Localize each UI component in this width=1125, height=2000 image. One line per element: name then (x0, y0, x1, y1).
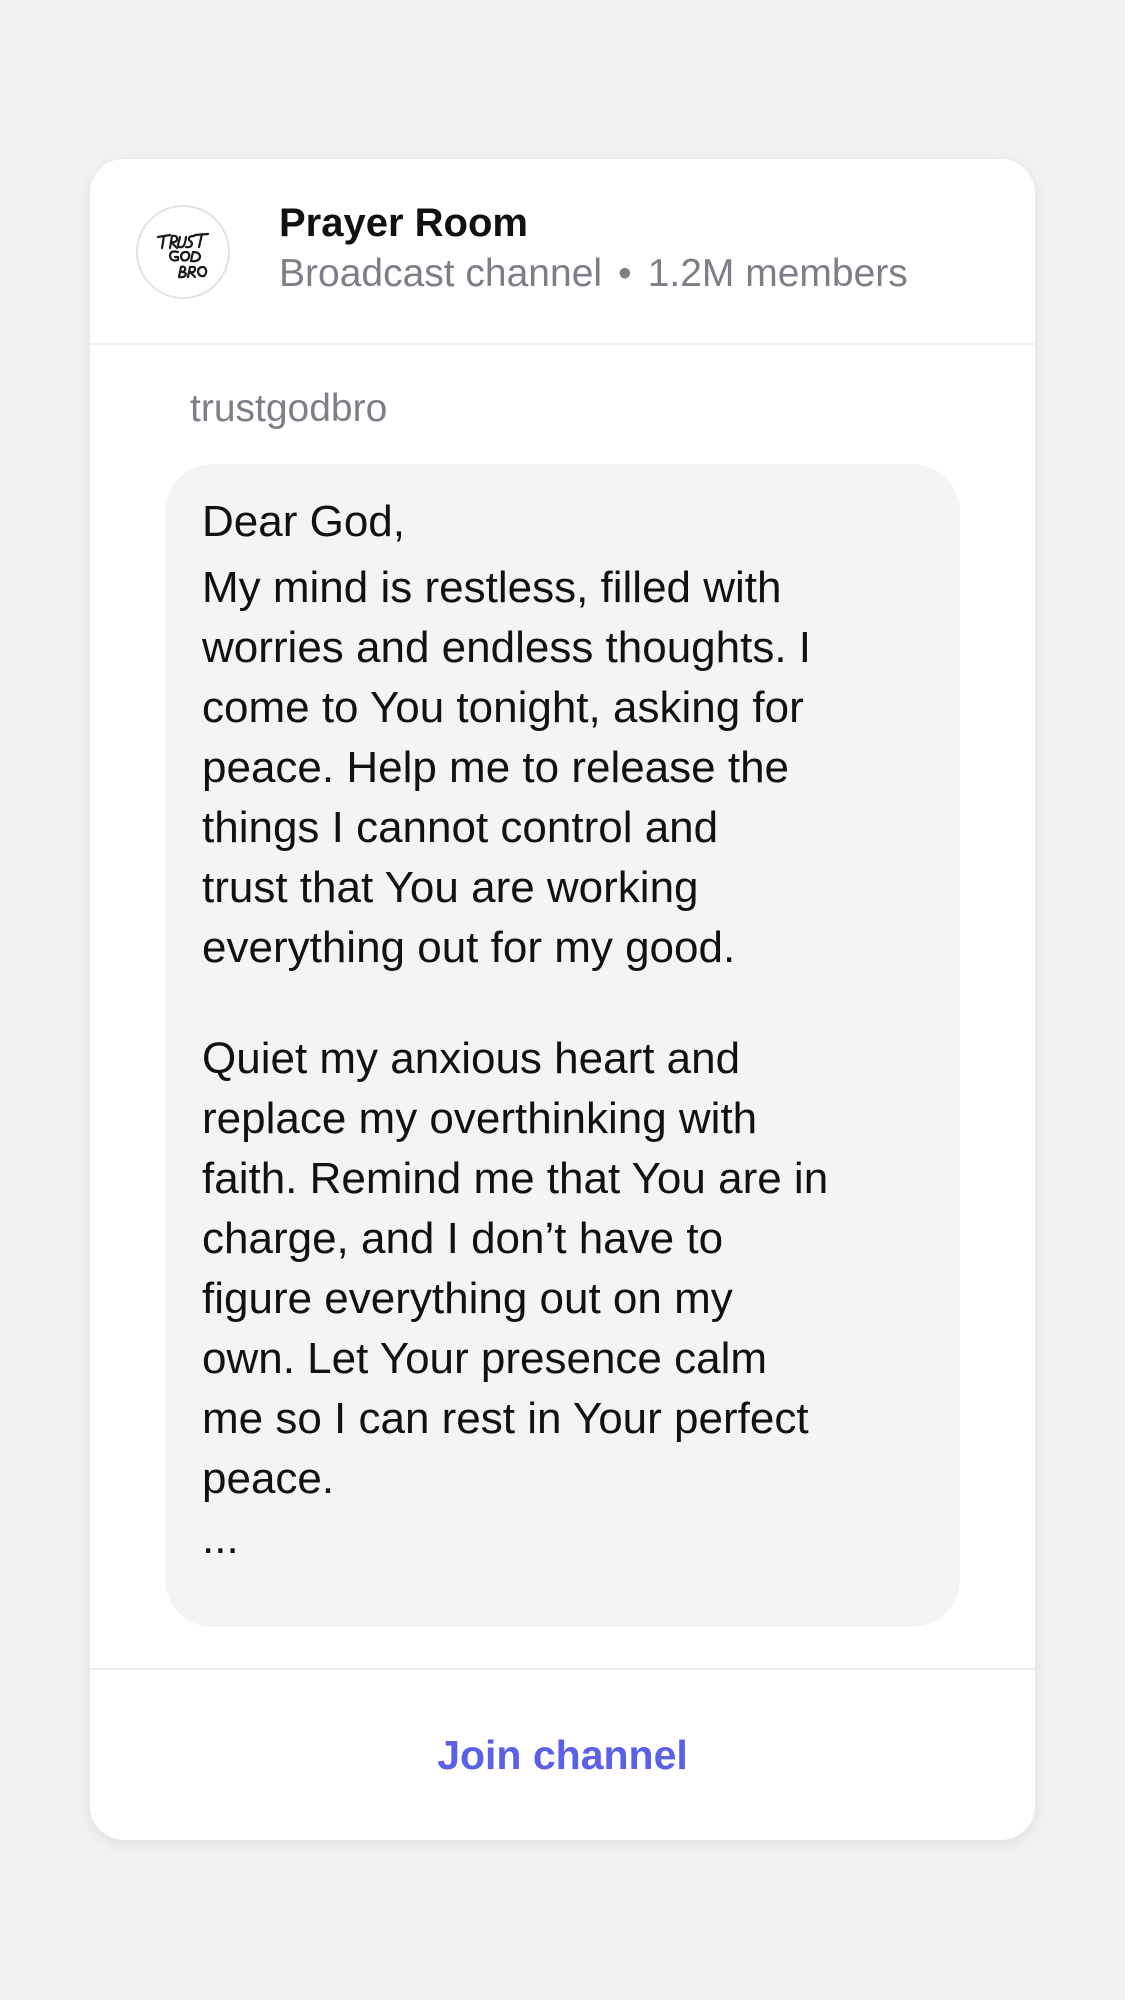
message-line: My mind is restless, filled with (202, 563, 782, 612)
message-line: me so I can rest in Your perfect (202, 1394, 809, 1443)
channel-type: Broadcast channel (279, 252, 603, 295)
message-line: own. Let Your presence calm (202, 1334, 768, 1383)
channel-title: Prayer Room (279, 201, 528, 245)
message-line: peace. Help me to release the (202, 743, 790, 792)
message-line: everything out for my good. (202, 923, 736, 972)
channel-preview-card: Prayer Room Broadcast channel • 1.2M mem… (90, 159, 1035, 1840)
channel-meta: Broadcast channel • 1.2M members (279, 252, 908, 296)
join-channel-button[interactable]: Join channel (90, 1670, 1035, 1840)
message-line: replace my overthinking with (202, 1094, 758, 1143)
message-line: come to You tonight, asking for (202, 683, 804, 732)
channel-avatar (136, 205, 230, 299)
message-line: things I cannot control and (202, 803, 719, 852)
message-line: Quiet my anxious heart and (202, 1034, 741, 1083)
meta-separator: • (618, 252, 632, 295)
trust-god-bro-logo-icon (156, 232, 210, 279)
message-line: peace. (202, 1454, 335, 1503)
message-paragraph-1: My mind is restless, filled with worries… (202, 558, 926, 978)
message-paragraph-2: Quiet my anxious heart and replace my ov… (202, 1029, 926, 1509)
message-ellipsis[interactable]: ... (202, 1509, 926, 1569)
message-line: worries and endless thoughts. I (202, 623, 812, 672)
message-sender: trustgodbro (190, 387, 388, 430)
member-count: 1.2M members (647, 252, 908, 295)
message-line: faith. Remind me that You are in (202, 1154, 829, 1203)
message-bubble: Dear God, My mind is restless, filled wi… (165, 464, 960, 1627)
channel-header[interactable]: Prayer Room Broadcast channel • 1.2M mem… (90, 159, 1035, 345)
message-line: figure everything out on my (202, 1274, 733, 1323)
message-line: trust that You are working (202, 863, 699, 912)
message-greeting: Dear God, (202, 497, 405, 546)
message-line: charge, and I don’t have to (202, 1214, 724, 1263)
